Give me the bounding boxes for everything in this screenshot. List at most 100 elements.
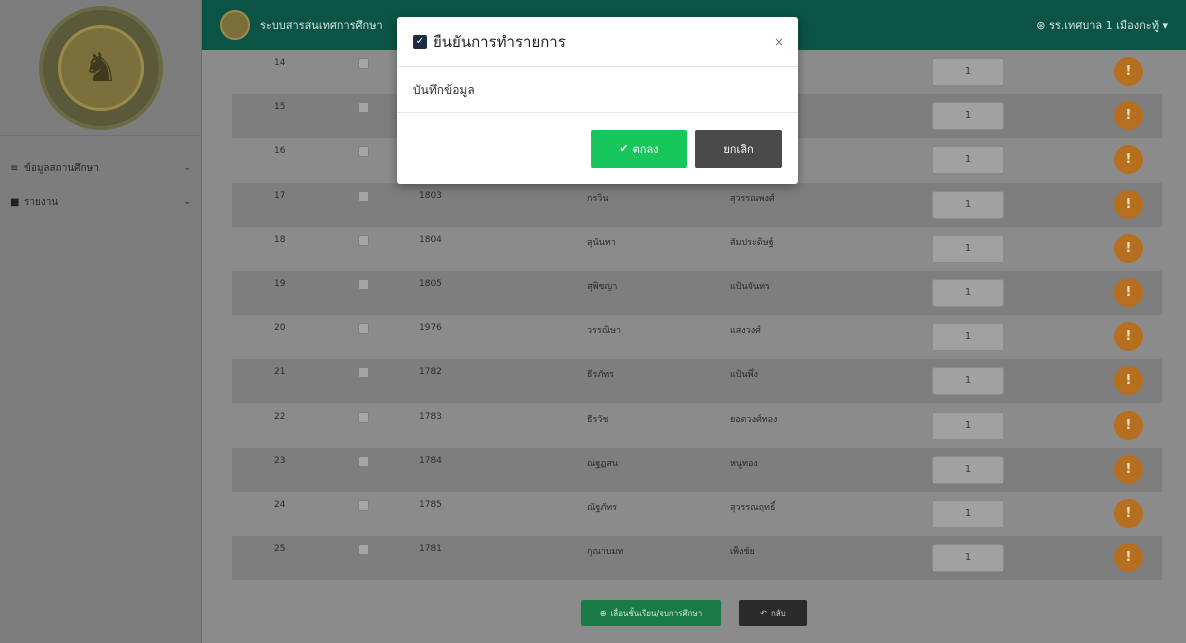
- row-number: 14: [274, 58, 286, 68]
- row-number: 20: [274, 323, 286, 334]
- modal-body: บันทึกข้อมูล: [397, 67, 798, 113]
- last-name: เพ็งชัย: [730, 547, 755, 558]
- confirm-dialog: ✓ ยืนยันการทำรายการ × บันทึกข้อมูล ✔ ตกล…: [397, 17, 798, 184]
- quantity-input[interactable]: 1: [932, 146, 1004, 175]
- row-number: 21: [274, 367, 286, 378]
- row-checkbox[interactable]: [358, 234, 369, 246]
- row-checkbox[interactable]: [358, 102, 369, 114]
- row-checkbox[interactable]: [358, 455, 369, 467]
- student-id: 1782: [419, 367, 442, 378]
- quantity-input[interactable]: 1: [932, 102, 1004, 131]
- exclamation-icon[interactable]: !: [1114, 454, 1143, 484]
- quantity-input[interactable]: 1: [932, 500, 1004, 528]
- row-checkbox[interactable]: [358, 279, 369, 290]
- last-name: แป้นพึ่ง: [730, 370, 758, 381]
- modal-title: ยืนยันการทำรายการ: [433, 32, 566, 51]
- exclamation-icon[interactable]: !: [1114, 57, 1143, 86]
- table-row: 24 1785 ณัฐภัทร สุวรรณฤทธิ์ 1!: [232, 492, 1162, 536]
- row-checkbox[interactable]: [358, 411, 369, 423]
- exclamation-icon[interactable]: !: [1114, 322, 1143, 352]
- ok-button[interactable]: ✔ ตกลง: [591, 129, 687, 168]
- sidebar: ♞ ≡ ข้อมูลสถานศึกษา ⌄ ■ รายงาน ⌄: [0, 0, 202, 643]
- exclamation-icon[interactable]: !: [1114, 499, 1143, 528]
- back-button[interactable]: ↶ กลับ: [739, 600, 807, 626]
- row-checkbox[interactable]: [358, 190, 369, 202]
- row-number: 23: [274, 455, 286, 466]
- row-number: 25: [274, 544, 286, 555]
- sidebar-item-label: รายงาน: [24, 196, 59, 208]
- exclamation-icon[interactable]: !: [1114, 410, 1143, 440]
- plus-circle-icon: ⊕: [599, 608, 607, 618]
- row-number: 22: [274, 411, 286, 422]
- row-number: 24: [274, 500, 286, 510]
- student-id: 1976: [419, 323, 442, 334]
- exclamation-icon[interactable]: !: [1114, 366, 1143, 396]
- first-name: ธีรวัช: [587, 414, 609, 425]
- quantity-input[interactable]: 1: [932, 234, 1004, 263]
- last-name: สุวรรณพงศ์: [730, 193, 775, 204]
- table-row: 20 1976 วรรณิษา แสงวงศ์ 1!: [232, 315, 1162, 359]
- user-menu[interactable]: ⊛ รร.เทศบาล 1 เมืองกะทู้ ▾: [1036, 16, 1168, 34]
- exclamation-icon[interactable]: !: [1114, 145, 1143, 175]
- row-checkbox[interactable]: [358, 323, 369, 335]
- quantity-input[interactable]: 1: [932, 455, 1004, 484]
- user-name: รร.เทศบาล 1 เมืองกะทู้: [1048, 19, 1159, 32]
- modal-header: ✓ ยืนยันการทำรายการ ×: [397, 17, 798, 67]
- user-circle-icon: ⊛: [1036, 19, 1046, 32]
- check-icon: ✔: [619, 143, 629, 155]
- cancel-button[interactable]: ยกเลิก: [695, 129, 782, 168]
- first-name: วรรณิษา: [587, 326, 622, 337]
- row-number: 17: [274, 190, 286, 201]
- table-row: 23 1784 ณฐฏสน หนูทอง 1!: [232, 447, 1162, 492]
- side-menu: ≡ ข้อมูลสถานศึกษา ⌄ ■ รายงาน ⌄: [0, 156, 201, 214]
- sidebar-item-label: ข้อมูลสถานศึกษา: [24, 162, 99, 174]
- quantity-input[interactable]: 1: [932, 544, 1004, 573]
- row-checkbox[interactable]: [358, 500, 369, 511]
- first-name: กุณาบมท: [587, 547, 624, 558]
- first-name: กรวิน: [587, 193, 609, 204]
- chevron-down-icon: ⌄: [183, 197, 191, 207]
- close-icon[interactable]: ×: [774, 35, 784, 49]
- exclamation-icon[interactable]: !: [1114, 101, 1143, 131]
- exclamation-icon[interactable]: !: [1114, 543, 1143, 573]
- row-checkbox[interactable]: [358, 544, 369, 556]
- row-number: 16: [274, 146, 286, 157]
- last-name: แป้นจันทร: [730, 282, 770, 292]
- quantity-input[interactable]: 1: [932, 411, 1004, 440]
- modal-footer: ✔ ตกลง ยกเลิก: [397, 113, 798, 184]
- last-name: แสงวงศ์: [730, 326, 761, 337]
- student-id: 1804: [419, 234, 442, 245]
- first-name: สุนันทา: [587, 237, 616, 248]
- department-logo: ♞: [38, 5, 163, 130]
- row-checkbox[interactable]: [358, 58, 369, 69]
- first-name: ณฐฏสน: [587, 458, 619, 469]
- back-arrow-icon: ↶: [760, 608, 767, 618]
- row-checkbox[interactable]: [358, 146, 369, 158]
- row-number: 15: [274, 102, 286, 113]
- quantity-input[interactable]: 1: [932, 190, 1004, 219]
- exclamation-icon[interactable]: !: [1114, 233, 1143, 263]
- first-name: ณัฐภัทร: [587, 503, 618, 513]
- quantity-input[interactable]: 1: [932, 323, 1004, 352]
- sidebar-item-report[interactable]: ■ รายงาน ⌄: [0, 190, 201, 214]
- student-id: 1783: [419, 411, 442, 422]
- promote-button[interactable]: ⊕ เลื่อนชั้นเรียน/จบการศึกษา: [581, 600, 721, 626]
- row-checkbox[interactable]: [358, 367, 369, 379]
- last-name: สัมประดิษฐ์: [730, 237, 774, 248]
- caret-down-icon: ▾: [1162, 19, 1168, 32]
- first-name: สุพิชญา: [587, 282, 618, 292]
- student-id: 1805: [419, 279, 442, 289]
- student-id: 1803: [419, 190, 442, 201]
- sidebar-item-school-data[interactable]: ≡ ข้อมูลสถานศึกษา ⌄: [0, 156, 201, 180]
- first-name: ธีรภัทร: [587, 370, 615, 381]
- exclamation-icon[interactable]: !: [1114, 278, 1143, 307]
- quantity-input[interactable]: 1: [932, 279, 1004, 307]
- last-name: สุวรรณฤทธิ์: [730, 503, 776, 513]
- table-row: 25 1781 กุณาบมท เพ็งชัย 1!: [232, 536, 1162, 581]
- student-id: 1784: [419, 455, 442, 466]
- quantity-input[interactable]: 1: [932, 367, 1004, 396]
- table-row: 18 1804 สุนันทา สัมประดิษฐ์ 1!: [232, 227, 1162, 271]
- last-name: ยอดวงศ์ทอง: [730, 414, 778, 425]
- exclamation-icon[interactable]: !: [1114, 189, 1143, 219]
- quantity-input[interactable]: 1: [932, 58, 1004, 86]
